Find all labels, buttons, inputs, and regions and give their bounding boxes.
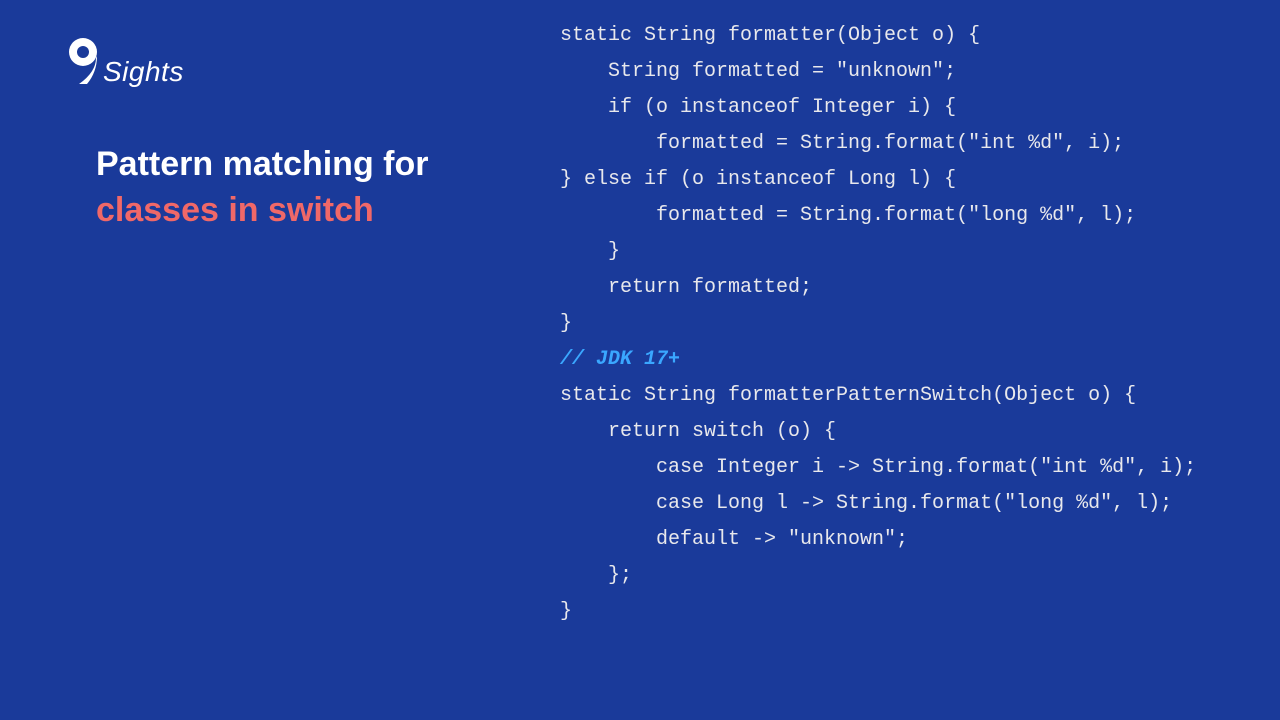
code-line: default -> "unknown"; [560,528,908,551]
code-line: } [560,600,572,623]
logo-text: Sights [103,56,184,88]
code-line: }; [560,564,632,587]
code-line: case Long l -> String.format("long %d", … [560,492,1172,515]
code-line: return switch (o) { [560,420,836,443]
code-line: } [560,240,620,263]
code-line: } else if (o instanceof Long l) { [560,168,956,191]
code-line: formatted = String.format("long %d", l); [560,204,1136,227]
slide-title: Pattern matching for classes in switch [96,142,496,234]
code-line: static String formatterPatternSwitch(Obj… [560,384,1136,407]
logo-nine-icon [65,38,101,84]
code-block: static String formatter(Object o) { Stri… [560,18,1196,630]
code-comment: // JDK 17+ [560,348,680,371]
title-line-1: Pattern matching for [96,142,496,188]
brand-logo: Sights [65,38,184,84]
code-line: static String formatter(Object o) { [560,24,980,47]
code-line: return formatted; [560,276,812,299]
code-line: case Integer i -> String.format("int %d"… [560,456,1196,479]
code-line: formatted = String.format("int %d", i); [560,132,1124,155]
code-line: } [560,312,572,335]
code-line: String formatted = "unknown"; [560,60,956,83]
title-line-2: classes in switch [96,188,496,234]
code-line: if (o instanceof Integer i) { [560,96,956,119]
